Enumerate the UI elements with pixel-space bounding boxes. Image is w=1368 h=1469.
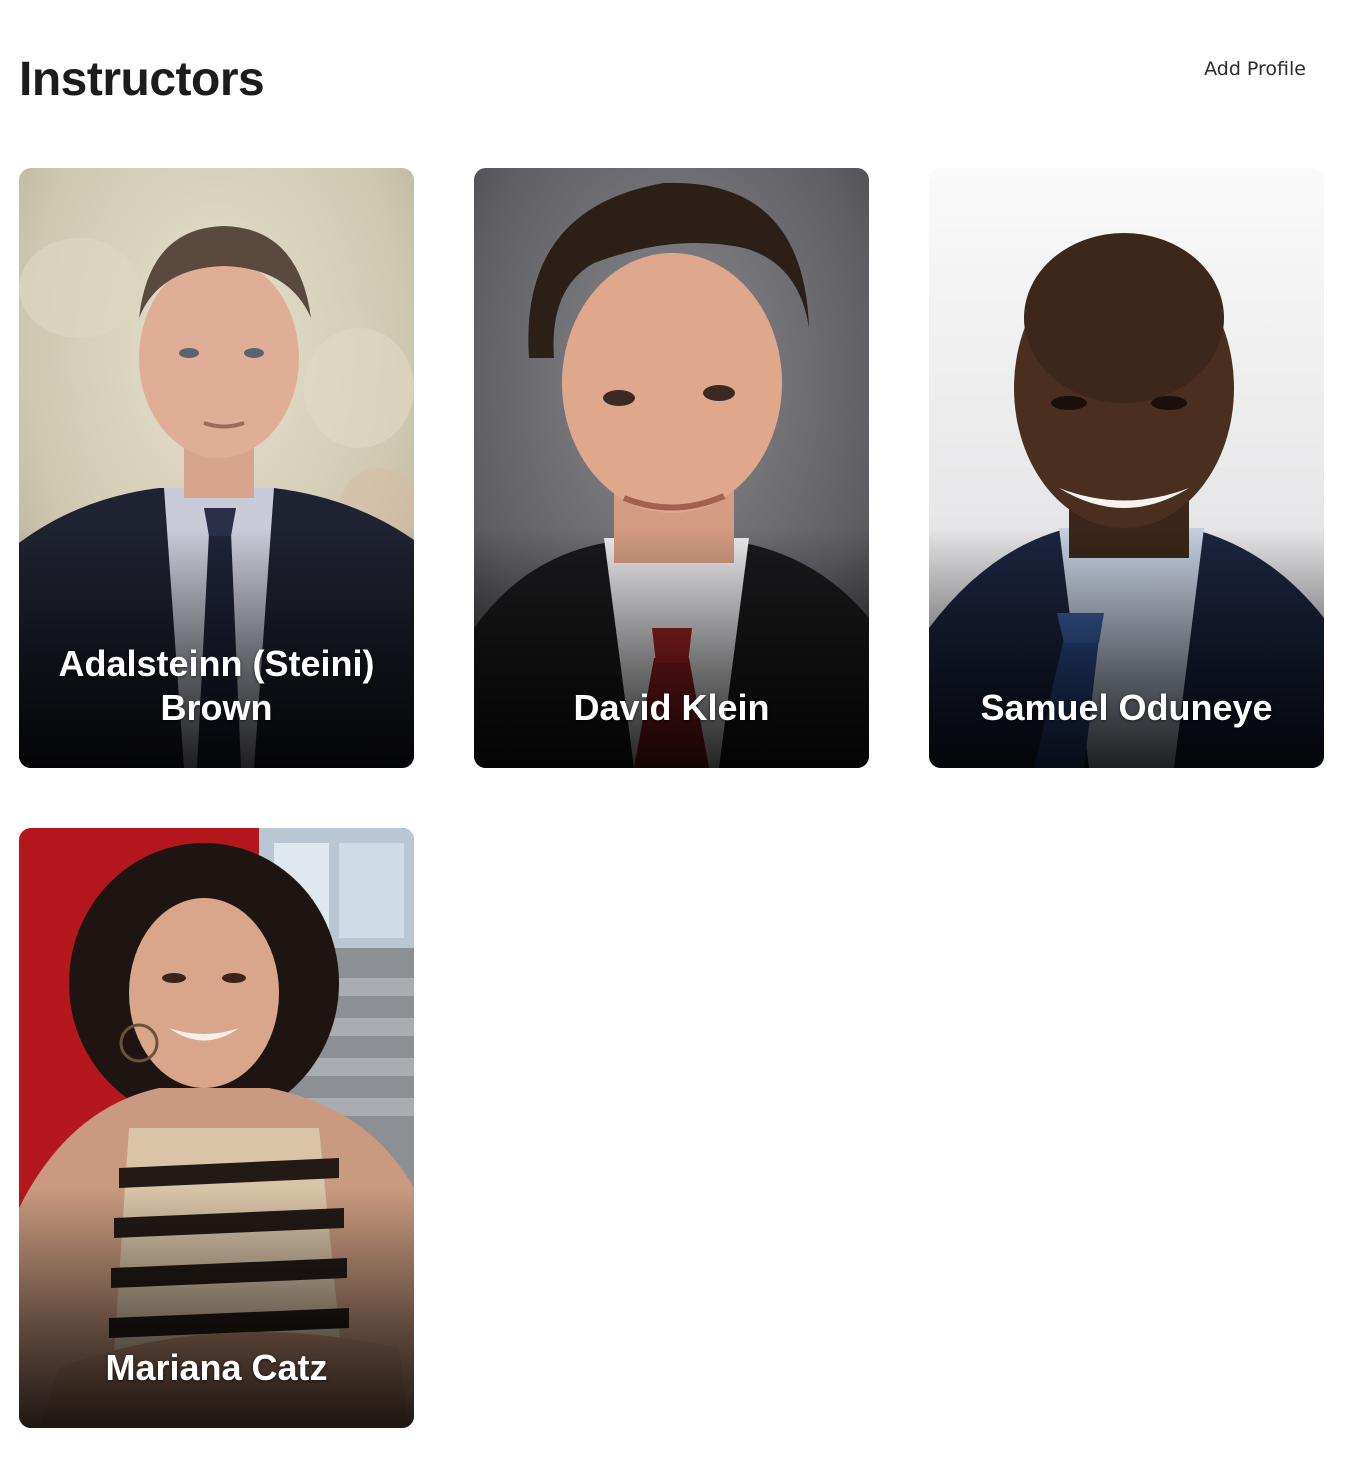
instructor-card-adalsteinn-brown[interactable]: Adalsteinn (Steini) Brown (19, 168, 414, 768)
instructor-name: Adalsteinn (Steini) Brown (58, 643, 375, 728)
instructor-card-david-klein[interactable]: David Klein (474, 168, 869, 768)
instructor-card-mariana-catz[interactable]: Mariana Catz (19, 828, 414, 1428)
name-overlay (474, 528, 869, 768)
instructor-name: Mariana Catz (105, 1347, 328, 1388)
name-overlay (19, 1188, 414, 1428)
name-overlay (929, 528, 1324, 768)
instructor-name: David Klein (573, 687, 770, 728)
add-profile-button[interactable]: Add Profile (1204, 56, 1306, 82)
page-title: Instructors (19, 53, 265, 106)
instructor-name: Samuel Oduneye (980, 687, 1273, 728)
instructor-card-samuel-oduneye[interactable]: Samuel Oduneye (929, 168, 1324, 768)
